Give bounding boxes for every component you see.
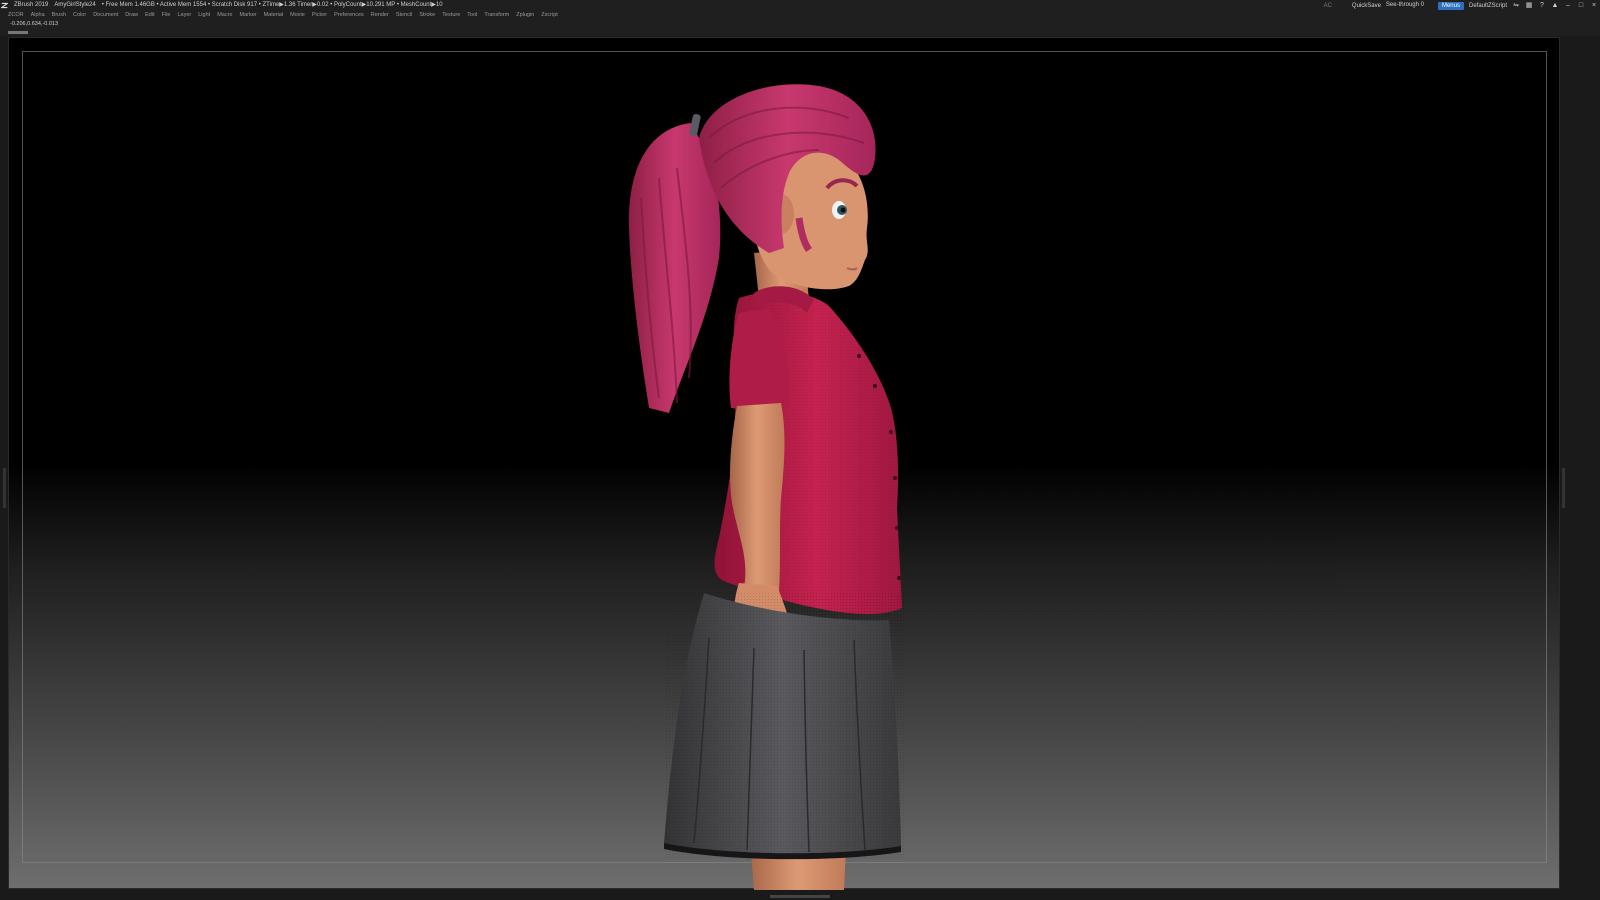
menu-item-file[interactable]: File: [162, 10, 171, 20]
left-tray-handle[interactable]: [3, 468, 6, 508]
quicksave-button[interactable]: QuickSave: [1352, 1, 1381, 11]
menu-item-preferences[interactable]: Preferences: [334, 10, 364, 20]
ac-button[interactable]: AC: [1324, 1, 1332, 11]
menu-item-zcor[interactable]: ZCOR: [8, 10, 24, 20]
menu-item-light[interactable]: Light: [198, 10, 210, 20]
interface-icon[interactable]: ▦: [1525, 1, 1533, 11]
menu-item-brush[interactable]: Brush: [52, 10, 66, 20]
menu-item-zscript[interactable]: Zscript: [541, 10, 558, 20]
bottom-tray-handle[interactable]: [770, 895, 830, 898]
see-through-label: See-through: [1385, 2, 1419, 8]
menu-item-layer[interactable]: Layer: [177, 10, 191, 20]
app-name: ZBrush 2019: [14, 2, 49, 8]
minimize-icon[interactable]: –: [1564, 1, 1572, 11]
zbrush-logo-icon: [1, 2, 8, 8]
menu-item-movie[interactable]: Movie: [290, 10, 305, 20]
menu-item-stroke[interactable]: Stroke: [419, 10, 435, 20]
right-tray-handle[interactable]: [1562, 468, 1565, 508]
menu-item-edit[interactable]: Edit: [145, 10, 154, 20]
menu-item-render[interactable]: Render: [371, 10, 389, 20]
see-through-value: 0: [1420, 2, 1424, 8]
menu-item-picker[interactable]: Picker: [312, 10, 327, 20]
info-bar: -0.206,0.634,-0.013: [0, 20, 1600, 36]
help-icon[interactable]: ?: [1538, 1, 1546, 11]
menu-item-tool[interactable]: Tool: [467, 10, 477, 20]
menus-button[interactable]: Menus: [1437, 1, 1464, 10]
maximize-icon[interactable]: □: [1577, 1, 1585, 11]
memory-stats: • Free Mem 1.46GB • Active Mem 1554 • Sc…: [101, 2, 443, 8]
menu-item-zplugin[interactable]: Zplugin: [516, 10, 534, 20]
canvas-viewport[interactable]: [3, 37, 1565, 890]
menu-item-alpha[interactable]: Alpha: [31, 10, 45, 20]
menu-item-draw[interactable]: Draw: [125, 10, 138, 20]
menu-item-material[interactable]: Material: [264, 10, 284, 20]
menu-item-stencil[interactable]: Stencil: [396, 10, 413, 20]
menu-item-document[interactable]: Document: [93, 10, 118, 20]
menu-item-marker[interactable]: Marker: [239, 10, 256, 20]
cursor-coordinates: -0.206,0.634,-0.013: [10, 21, 59, 27]
lock-icon[interactable]: ▲: [1551, 1, 1559, 11]
menu-item-transform[interactable]: Transform: [484, 10, 509, 20]
sculpt-model-figure: [628, 84, 1561, 890]
menu-item-color[interactable]: Color: [73, 10, 86, 20]
title-bar: ZBrush 2019 AmyGirlStyle24 • Free Mem 1.…: [0, 0, 1600, 11]
document-name: AmyGirlStyle24: [54, 2, 96, 8]
progress-bar: [8, 31, 28, 34]
menu-item-texture[interactable]: Texture: [442, 10, 460, 20]
close-icon[interactable]: ×: [1590, 1, 1598, 11]
zscript-button[interactable]: DefaultZScript: [1469, 1, 1507, 11]
layout-icon[interactable]: ⇋: [1512, 1, 1520, 11]
menu-item-macro[interactable]: Macro: [217, 10, 232, 20]
main-menu-bar: ZCOR Alpha Brush Color Document Draw Edit File L…: [0, 10, 1600, 20]
